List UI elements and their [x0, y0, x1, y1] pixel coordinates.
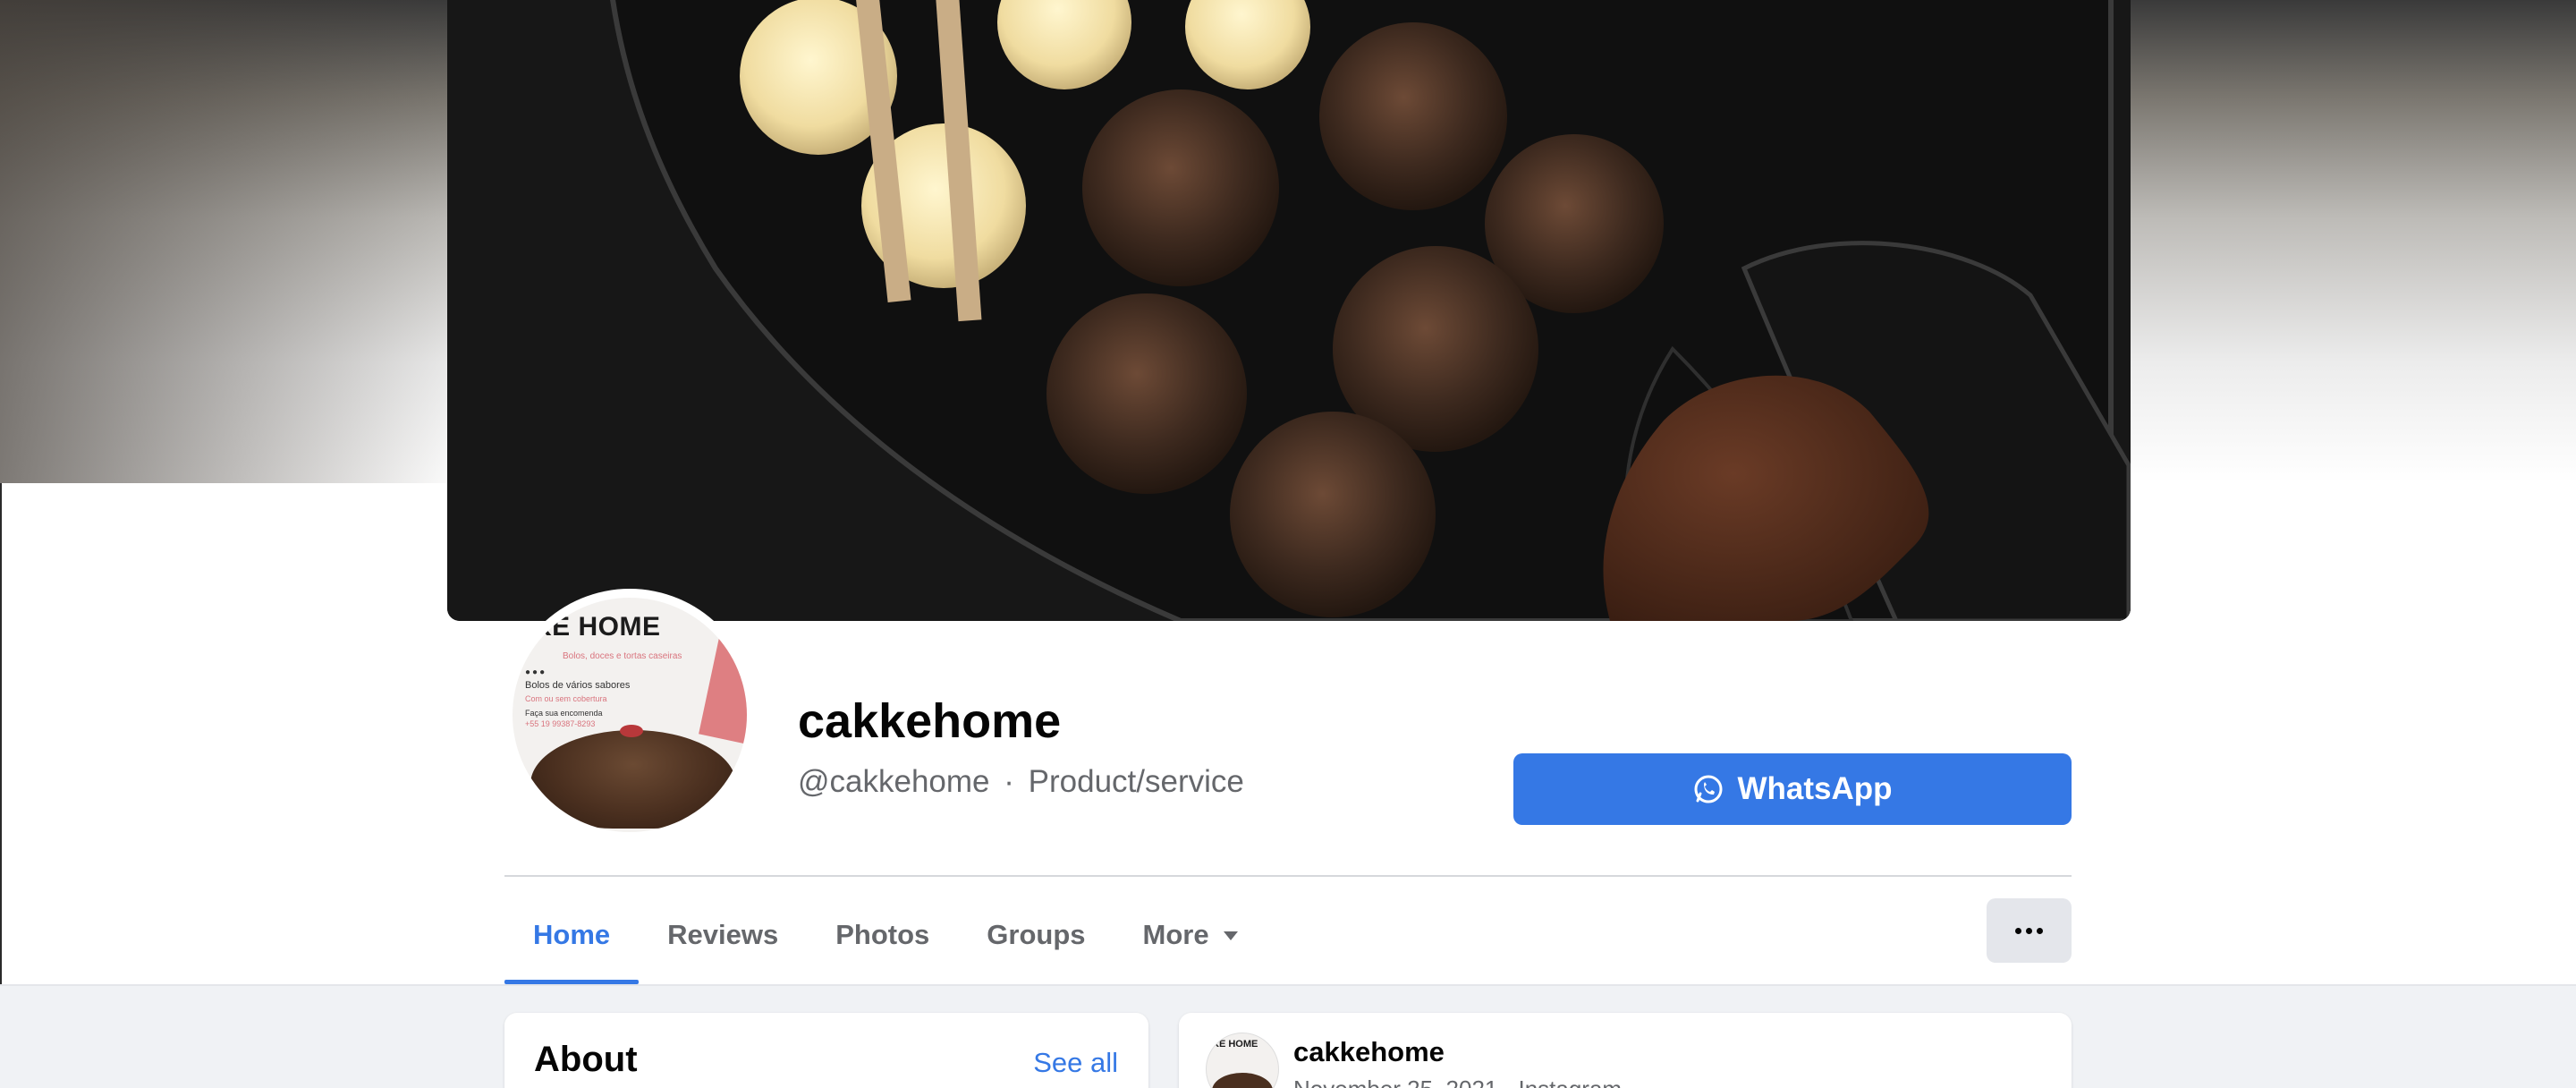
tab-reviews[interactable]: Reviews — [639, 886, 807, 984]
tab-photos-label: Photos — [835, 919, 930, 950]
subtitle-separator: · — [1004, 764, 1014, 799]
tab-more-label: More — [1142, 919, 1209, 950]
cover-photo-image — [447, 0, 2131, 621]
profile-tagline: Bolos, doces e tortas caseiras — [563, 651, 682, 661]
profile-picture[interactable]: KE HOME Bolos, doces e tortas caseiras ●… — [509, 594, 750, 836]
profile-phone-text: +55 19 99387-8293 — [525, 719, 596, 728]
cover-photo[interactable] — [447, 0, 2131, 621]
post-author-avatar[interactable]: KE HOME — [1206, 1033, 1279, 1088]
profile-brand-text: KE HOME — [532, 612, 661, 642]
whatsapp-icon — [1692, 773, 1724, 805]
post-card: KE HOME cakkehome November 25, 2021 · In… — [1179, 1013, 2072, 1088]
page-frame: KE HOME Bolos, doces e tortas caseiras ●… — [0, 0, 2576, 1088]
post-meta: November 25, 2021 · Instagram · — [1293, 1075, 1636, 1088]
page-handle: @cakkehome — [798, 764, 990, 799]
avatar-cake-image — [1212, 1073, 1273, 1088]
tab-home-label: Home — [533, 919, 611, 950]
page-subtitle: @cakkehome · Product/service — [798, 764, 1244, 800]
about-title: About — [534, 1040, 638, 1079]
more-options-button[interactable] — [1987, 898, 2072, 963]
about-card: About See all — [504, 1013, 1148, 1088]
tab-groups[interactable]: Groups — [958, 886, 1114, 984]
whatsapp-button[interactable]: WhatsApp — [1513, 753, 2072, 825]
profile-accent-shape — [699, 611, 747, 745]
tab-groups-label: Groups — [987, 919, 1086, 950]
ellipsis-icon — [2015, 927, 2043, 934]
page-name: cakkehome — [798, 694, 1062, 748]
profile-topping-text: Com ou sem cobertura — [525, 694, 607, 703]
page-category[interactable]: Product/service — [1029, 764, 1244, 799]
tab-home[interactable]: Home — [504, 886, 640, 984]
tab-reviews-label: Reviews — [667, 919, 779, 950]
tab-photos[interactable]: Photos — [807, 886, 958, 984]
avatar-brand-text: KE HOME — [1212, 1039, 1258, 1050]
post-author-name[interactable]: cakkehome — [1293, 1036, 1445, 1068]
profile-order-text: Faça sua encomenda — [525, 709, 603, 718]
caret-down-icon — [1223, 931, 1238, 940]
header-divider — [504, 875, 2072, 877]
whatsapp-button-label: WhatsApp — [1737, 771, 1893, 806]
see-all-link[interactable]: See all — [1033, 1047, 1118, 1079]
page-tabs: Home Reviews Photos Groups More — [504, 886, 1267, 984]
cake-image — [530, 725, 736, 829]
profile-picture-image: KE HOME Bolos, doces e tortas caseiras ●… — [513, 598, 747, 832]
profile-flavors-text: Bolos de vários sabores — [525, 680, 631, 691]
tab-more[interactable]: More — [1114, 886, 1267, 984]
profile-social-icons: ●●● — [525, 667, 547, 677]
